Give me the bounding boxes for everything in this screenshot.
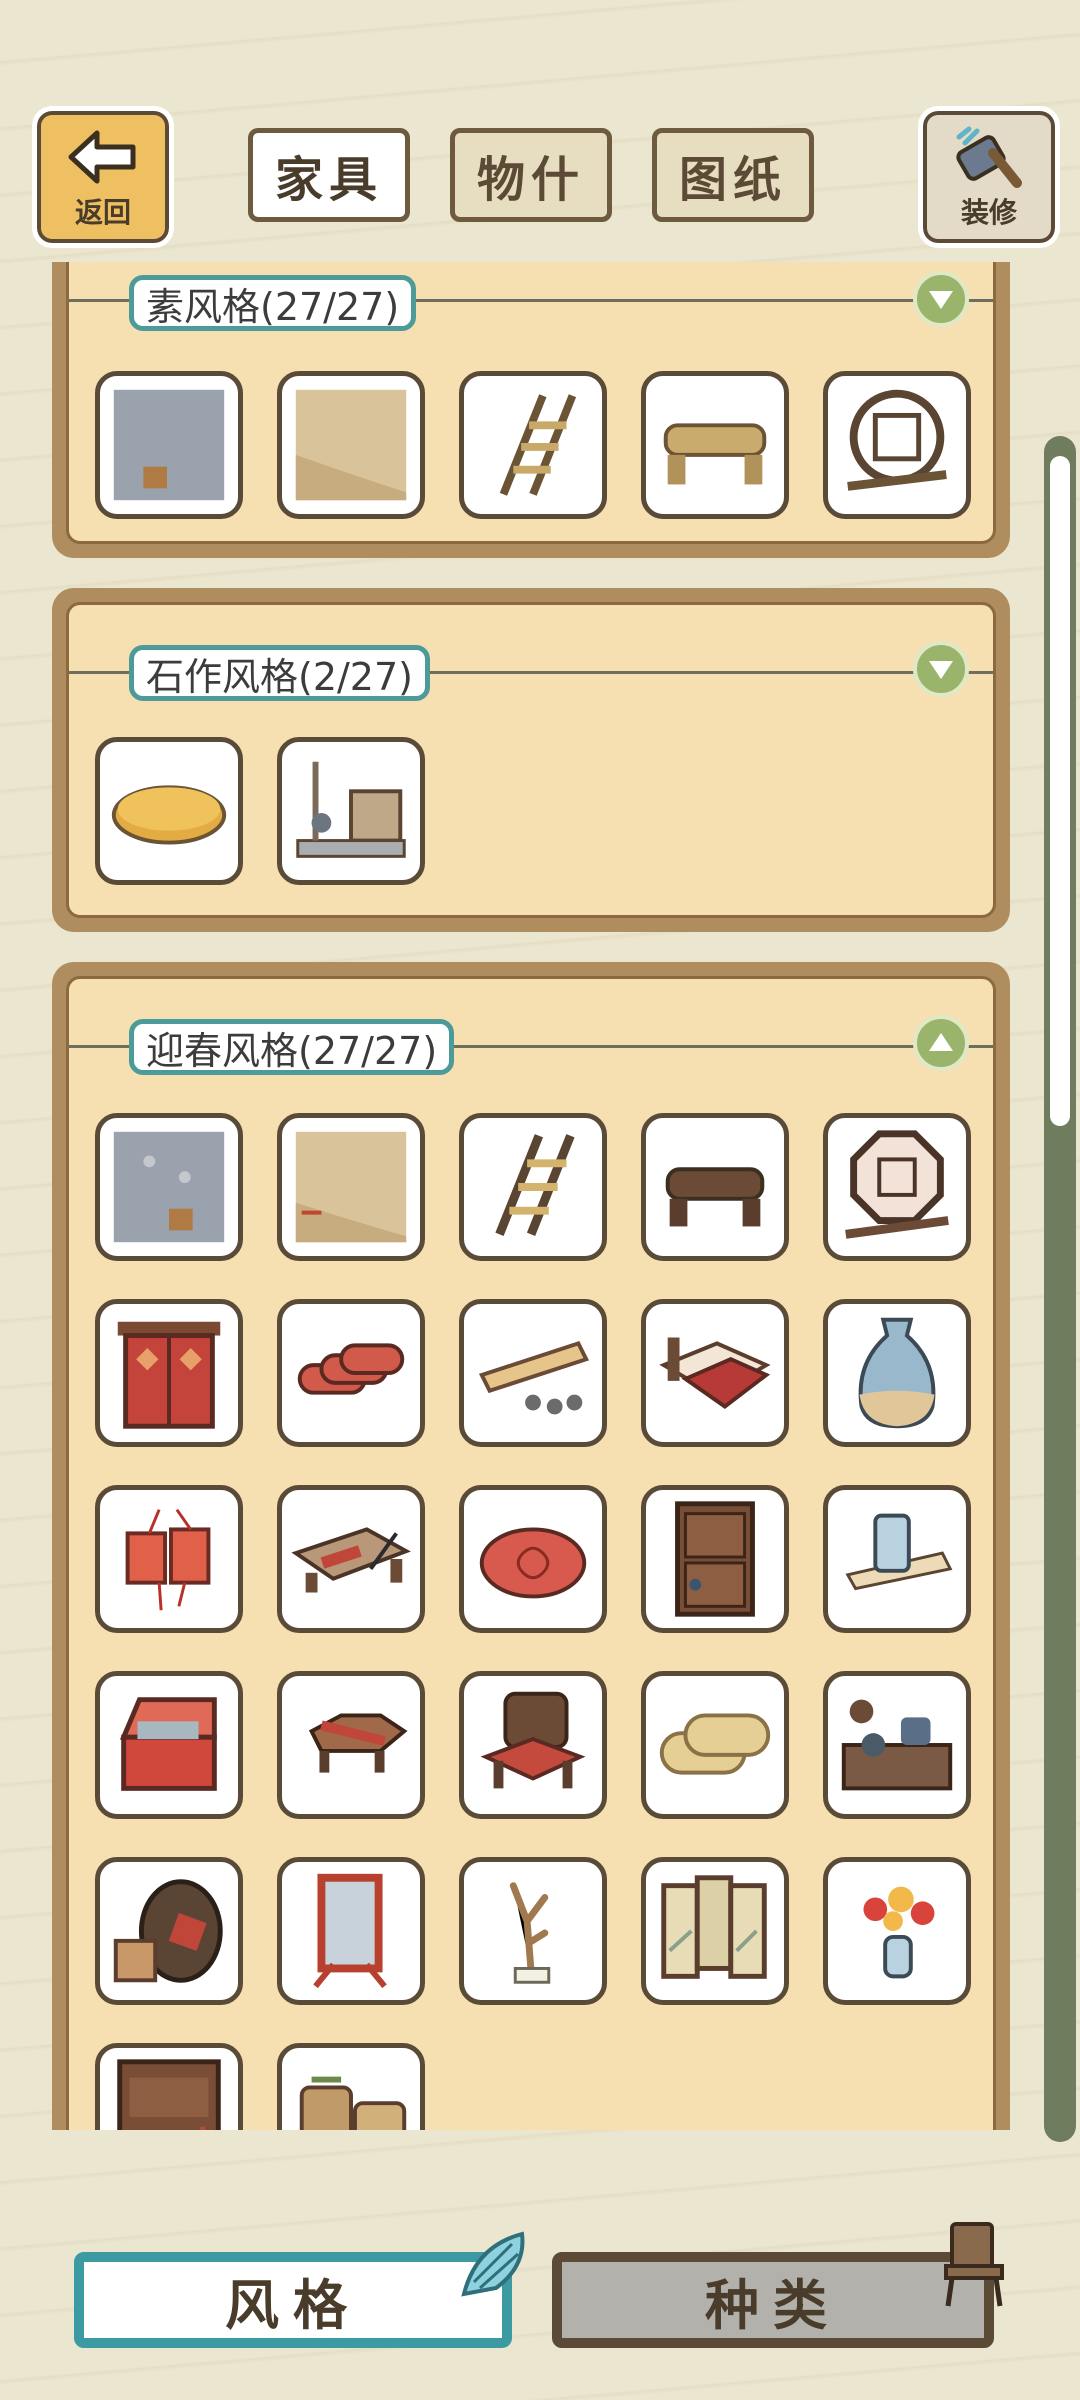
red-chair-icon [480, 1691, 586, 1789]
type-filter-button[interactable]: 种类 [552, 2252, 994, 2348]
item-log-bench[interactable] [641, 371, 789, 519]
item-low-table[interactable] [277, 1671, 425, 1819]
red-chest-icon [119, 1697, 217, 1791]
item-red-door[interactable] [95, 1299, 243, 1447]
item-wall-panel[interactable] [95, 371, 243, 519]
item-log-bench[interactable] [641, 1113, 789, 1261]
folding-screen-icon [661, 1875, 767, 1979]
item-red-bed[interactable] [641, 1299, 789, 1447]
paint-brush-icon [956, 126, 1022, 188]
collapse-toggle-icon[interactable] [913, 1015, 969, 1071]
blue-vase-icon [858, 1317, 936, 1429]
item-floor-panel[interactable] [277, 1113, 425, 1261]
item-brush-pot[interactable] [823, 1485, 971, 1633]
seashell-icon [461, 2231, 525, 2297]
item-stone-disc[interactable] [95, 737, 243, 885]
octagon-lattice-window-icon [845, 1130, 949, 1239]
wine-jar-icon [113, 1879, 223, 1983]
standing-mirror-icon [313, 1873, 387, 1989]
flower-vase-icon [863, 1886, 935, 1979]
red-bed-icon [659, 1337, 771, 1409]
log-bench-icon [663, 423, 767, 485]
tab-blueprints[interactable]: 图纸 [652, 128, 814, 222]
ladder-icon [499, 394, 577, 496]
style-section-stone: 石作风格(2/27) [52, 588, 1010, 932]
item-standing-mirror[interactable] [277, 1857, 425, 2005]
floor-panel-icon [295, 389, 407, 501]
decorate-label: 装修 [960, 196, 1017, 229]
stone-workbench-icon [296, 761, 406, 858]
expand-toggle-icon[interactable] [913, 641, 969, 697]
section-title: 素风格(27/27) [129, 275, 417, 331]
item-round-window[interactable] [823, 371, 971, 519]
item-folding-screen[interactable] [641, 1857, 789, 2005]
brush-pot-icon [845, 1513, 953, 1591]
item-red-chair[interactable] [459, 1671, 607, 1819]
item-octagon-window[interactable] [823, 1113, 971, 1261]
back-button[interactable]: 返回 [32, 106, 174, 248]
round-lattice-window-icon [847, 389, 947, 491]
tea-stove-icon [841, 1699, 953, 1791]
rolled-scrolls-icon [297, 1343, 405, 1395]
red-door-icon [117, 1321, 221, 1429]
item-wine-jar[interactable] [95, 1857, 243, 2005]
item-ladder[interactable] [459, 371, 607, 519]
red-charms-icon [125, 1508, 211, 1611]
branch-ornament-icon [509, 1882, 551, 1984]
item-red-cupboard[interactable] [95, 2043, 243, 2130]
red-cupboard-icon [117, 2059, 221, 2130]
straw-baskets-icon [299, 2076, 407, 2130]
item-branch-ornament[interactable] [459, 1857, 607, 2005]
style-section-spring: 迎春风格(27/27) [52, 962, 1010, 2130]
item-ladder[interactable] [459, 1113, 607, 1261]
tab-furniture[interactable]: 家具 [248, 128, 410, 222]
tab-objects[interactable]: 物什 [450, 128, 612, 222]
wall-panel-icon [113, 389, 225, 501]
low-red-table-icon [308, 1713, 408, 1773]
item-flower-vase[interactable] [823, 1857, 971, 2005]
item-scroll-painting[interactable] [459, 1299, 607, 1447]
style-section-plain: 素风格(27/27) [52, 262, 1010, 558]
scrollbar-thumb[interactable] [1050, 456, 1070, 1126]
item-round-cushion[interactable] [459, 1485, 607, 1633]
back-arrow-icon [68, 130, 136, 184]
item-wall-panel[interactable] [95, 1113, 243, 1261]
log-bench-icon [665, 1167, 765, 1227]
item-straw-baskets[interactable] [277, 2043, 425, 2130]
calligraphy-desk-icon [291, 1527, 411, 1593]
item-red-charms[interactable] [95, 1485, 243, 1633]
item-stone-workbench[interactable] [277, 737, 425, 885]
chair-icon [944, 2222, 1004, 2307]
item-floor-panel[interactable] [277, 371, 425, 519]
style-filter-button[interactable]: 风格 [74, 2252, 512, 2348]
item-red-chest[interactable] [95, 1671, 243, 1819]
item-rolled-scrolls[interactable] [277, 1299, 425, 1447]
decorate-button[interactable]: 装修 [918, 106, 1060, 248]
wall-panel-icon [113, 1131, 225, 1243]
rolled-mats-icon [659, 1713, 771, 1775]
floor-panel-icon [295, 1131, 407, 1243]
item-calligraphy-desk[interactable] [277, 1485, 425, 1633]
stone-disc-icon [111, 785, 227, 845]
section-title: 石作风格(2/27) [129, 645, 430, 701]
item-blue-vase[interactable] [823, 1299, 971, 1447]
back-label: 返回 [74, 196, 131, 229]
item-wooden-cabinet[interactable] [641, 1485, 789, 1633]
expand-toggle-icon[interactable] [913, 271, 969, 327]
style-list[interactable]: 素风格(27/27) 石作风格(2/27) 迎春风格(27/27) [0, 262, 1080, 2130]
item-rolled-mats[interactable] [641, 1671, 789, 1819]
scroll-painting-icon [478, 1341, 590, 1415]
wooden-cabinet-icon [675, 1501, 755, 1617]
ladder-icon [495, 1134, 575, 1236]
item-tea-stove[interactable] [823, 1671, 971, 1819]
round-red-cushion-icon [479, 1527, 587, 1599]
scrollbar[interactable] [1044, 436, 1076, 2142]
section-title: 迎春风格(27/27) [129, 1019, 455, 1075]
